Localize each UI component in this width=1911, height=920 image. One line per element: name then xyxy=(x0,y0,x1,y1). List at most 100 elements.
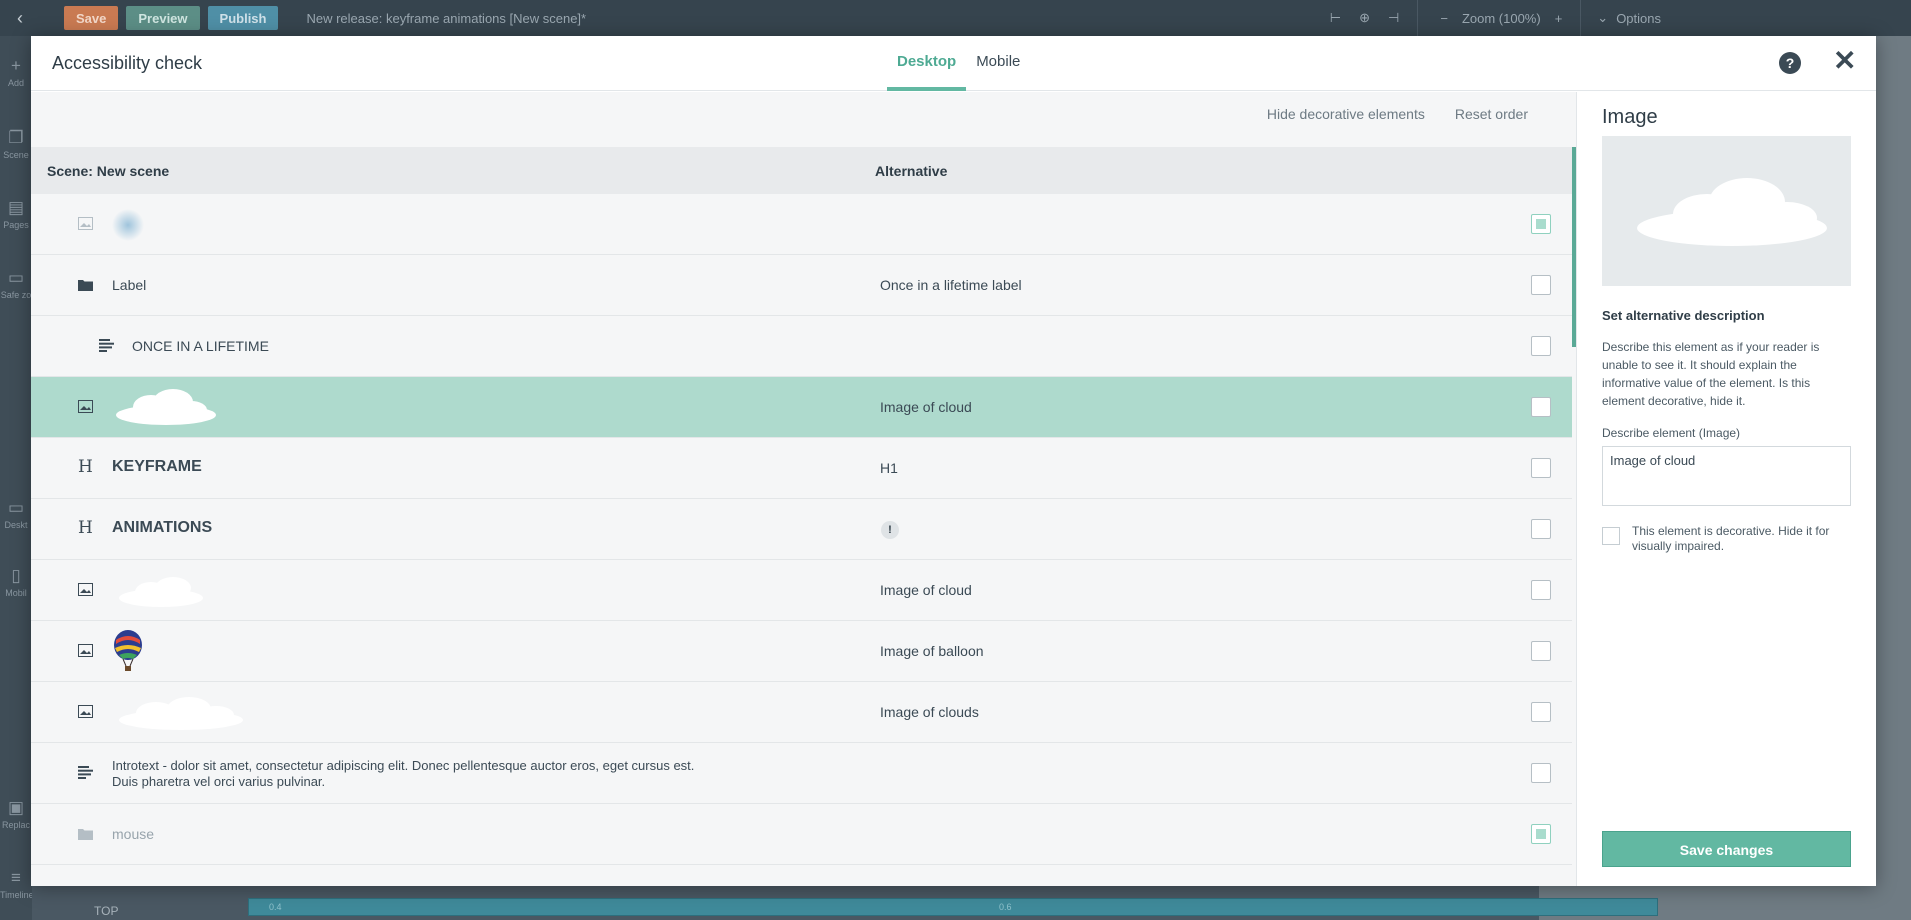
set-alternative-title: Set alternative description xyxy=(1602,308,1765,323)
heading-icon: H xyxy=(78,518,93,538)
align-left-icon[interactable]: ⊢ xyxy=(1330,10,1341,26)
table-row[interactable]: mouse xyxy=(31,804,1572,865)
sidebar-item-timeline[interactable]: ≡ Timeline xyxy=(0,868,34,900)
column-header-scene: Scene: New scene xyxy=(47,163,170,179)
element-alternative: H1 xyxy=(880,460,898,476)
table-row[interactable]: Image of cloud xyxy=(31,560,1572,621)
modal-header: Accessibility check Desktop Mobile ? ✕ xyxy=(31,36,1876,91)
hide-checkbox[interactable] xyxy=(1531,824,1551,844)
tab-mobile[interactable]: Mobile xyxy=(966,36,1030,91)
image-icon xyxy=(78,705,93,718)
help-icon[interactable]: ? xyxy=(1779,52,1801,74)
timeline-bar[interactable]: 0.4 0.6 xyxy=(248,898,1658,916)
chevron-down-icon: ⌄ xyxy=(1597,10,1609,25)
element-name: ANIMATIONS xyxy=(112,519,213,536)
zoom-in-icon[interactable]: + xyxy=(1555,11,1563,26)
app-left-sidebar: + Add ❐ Scene ▤ Pages ▭ Safe zo ▭ Deskt ▯ Mobi… xyxy=(0,36,34,920)
hide-checkbox[interactable] xyxy=(1531,580,1551,600)
plus-icon: + xyxy=(11,56,21,75)
element-name: ONCE IN A LIFETIME xyxy=(132,338,269,354)
element-name: KEYFRAME xyxy=(112,458,202,475)
replace-icon: ▣ xyxy=(7,798,25,817)
column-header-alternative: Alternative xyxy=(875,163,948,179)
table-row[interactable]: ONCE IN A LIFETIME xyxy=(31,316,1572,377)
hide-checkbox[interactable] xyxy=(1531,397,1551,417)
list-actions: Hide decorative elements Reset order xyxy=(1267,106,1528,122)
set-alternative-description: Describe this element as if your reader … xyxy=(1602,340,1820,408)
hide-checkbox[interactable] xyxy=(1531,214,1551,234)
cloud-preview-image xyxy=(1637,178,1827,246)
hide-checkbox[interactable] xyxy=(1531,458,1551,478)
image-preview xyxy=(1602,136,1851,286)
table-row[interactable] xyxy=(31,194,1572,255)
text-icon xyxy=(99,339,114,352)
tab-desktop[interactable]: Desktop xyxy=(887,36,967,91)
hide-checkbox[interactable] xyxy=(1531,519,1551,539)
sidebar-item-replace[interactable]: ▣ Replac xyxy=(0,798,32,830)
accessibility-check-modal: Accessibility check Desktop Mobile ? ✕ H… xyxy=(31,36,1876,886)
sidebar-item-add[interactable]: + Add xyxy=(0,56,32,88)
save-changes-button[interactable]: Save changes xyxy=(1602,831,1851,867)
text-icon xyxy=(78,766,93,779)
align-right-icon[interactable]: ⊣ xyxy=(1388,10,1399,26)
element-alternative: Image of balloon xyxy=(880,643,984,659)
sidebar-item-safe-zone[interactable]: ▭ Safe zo xyxy=(0,268,32,300)
hide-checkbox[interactable] xyxy=(1531,763,1551,783)
decorative-checkbox[interactable] xyxy=(1602,527,1620,545)
table-row[interactable]: Introtext - dolor sit amet, consectetur … xyxy=(31,743,1572,804)
reset-order-button[interactable]: Reset order xyxy=(1455,106,1528,122)
timeline-bar-mid: 0.6 xyxy=(999,902,1012,912)
sidebar-item-pages[interactable]: ▤ Pages xyxy=(0,198,32,230)
warning-badge: ! xyxy=(881,521,899,539)
sidebar-item-desktop[interactable]: ▭ Deskt xyxy=(0,498,32,530)
scenes-icon: ❐ xyxy=(8,128,24,147)
table-row-selected[interactable]: Image of cloud xyxy=(31,377,1572,438)
decorative-label: This element is decorative. Hide it for … xyxy=(1632,524,1830,553)
topbar-save-button[interactable]: Save xyxy=(64,6,119,30)
heading-icon: H xyxy=(78,457,93,477)
cloud-thumbnail xyxy=(119,577,203,607)
table-row[interactable]: Image of balloon xyxy=(31,621,1572,682)
folder-icon xyxy=(78,829,93,840)
hide-decorative-button[interactable]: Hide decorative elements xyxy=(1267,106,1425,122)
elements-list-area: Hide decorative elements Reset order Sce… xyxy=(31,92,1576,886)
project-title: New release: keyframe animations [New sc… xyxy=(306,10,587,26)
book-icon: ▤ xyxy=(7,198,25,217)
element-alternative: Once in a lifetime label xyxy=(880,277,1022,293)
balloon-thumbnail xyxy=(114,630,142,671)
folder-icon xyxy=(78,280,93,291)
timeline-row-label: TOP xyxy=(94,904,119,918)
timeline-strip: TOP 0.4 0.6 xyxy=(32,884,1658,920)
hide-checkbox[interactable] xyxy=(1531,702,1551,722)
describe-element-label: Describe element (Image) xyxy=(1602,426,1741,440)
table-row[interactable]: Image of clouds xyxy=(31,682,1572,743)
topbar-preview-button[interactable]: Preview xyxy=(126,6,200,30)
mobile-icon: ▯ xyxy=(11,566,21,585)
element-name: Label xyxy=(112,277,147,293)
element-alternative: Image of cloud xyxy=(880,582,972,598)
topbar-publish-button[interactable]: Publish xyxy=(207,6,279,30)
desktop-icon: ▭ xyxy=(7,498,25,517)
hide-checkbox[interactable] xyxy=(1531,275,1551,295)
table-row[interactable]: H KEYFRAME H1 xyxy=(31,438,1572,499)
hide-checkbox[interactable] xyxy=(1531,336,1551,356)
sidebar-item-mobile[interactable]: ▯ Mobil xyxy=(0,566,32,598)
device-tabs: Desktop Mobile xyxy=(887,36,1030,91)
element-alternative: Image of cloud xyxy=(880,399,972,415)
align-center-icon[interactable]: ⊕ xyxy=(1359,10,1370,26)
topbar-right-controls: ⊢ ⊕ ⊣ − Zoom (100%) + ⌄ Options xyxy=(1330,0,1661,36)
close-icon[interactable]: ✕ xyxy=(1833,46,1856,76)
options-menu[interactable]: ⌄ Options xyxy=(1580,0,1661,36)
hide-checkbox[interactable] xyxy=(1531,641,1551,661)
zoom-level: Zoom (100%) xyxy=(1461,10,1541,26)
image-icon xyxy=(78,644,93,657)
cloud-thumbnail xyxy=(116,389,216,425)
describe-element-field[interactable]: Image of cloud xyxy=(1602,446,1851,506)
table-row[interactable]: Label Once in a lifetime label xyxy=(31,255,1572,316)
sidebar-item-scenes[interactable]: ❐ Scene xyxy=(0,128,32,160)
options-label: Options xyxy=(1616,10,1661,26)
back-arrow-icon[interactable]: ‹ xyxy=(0,8,40,29)
table-row[interactable]: H ANIMATIONS ! xyxy=(31,499,1572,560)
image-icon xyxy=(78,217,93,230)
zoom-out-icon[interactable]: − xyxy=(1440,11,1448,26)
